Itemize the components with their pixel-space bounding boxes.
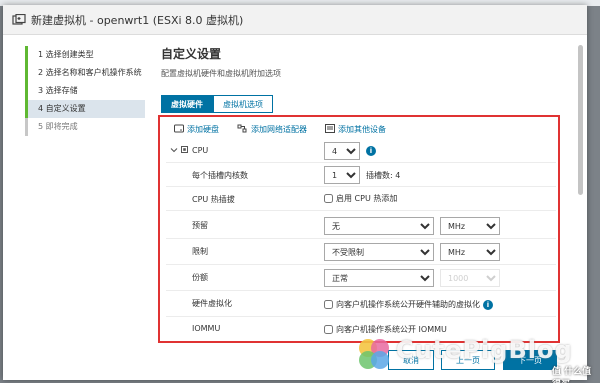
reservation-select[interactable]: 无 — [324, 217, 434, 235]
cpu-icon — [180, 145, 189, 156]
hwvirt-label: 硬件虚拟化 — [192, 299, 232, 308]
shares-select[interactable]: 正常 — [324, 269, 434, 287]
shares-row: 份额 正常 1000 — [166, 265, 556, 291]
new-vm-dialog: 新建虚拟机 - openwrt1 (ESXi 8.0 虚拟机) 1 选择创建类型… — [3, 5, 587, 380]
limit-label: 限制 — [192, 247, 208, 256]
device-icon — [325, 124, 335, 135]
step-name-os[interactable]: 2 选择名称和客户机操作系统 — [25, 64, 145, 82]
hwvirt-checkbox-input[interactable] — [324, 300, 333, 309]
next-button[interactable]: 下一页 — [503, 350, 557, 370]
iommu-checkbox-input[interactable] — [324, 325, 333, 334]
cores-label: 每个插槽内核数 — [192, 171, 248, 180]
iommu-checkbox[interactable]: 向客户机操作系统公开 IOMMU — [324, 324, 447, 335]
shares-number-select[interactable]: 1000 — [440, 269, 500, 287]
hwvirt-info-icon[interactable]: i — [483, 299, 493, 310]
dialog-title: 新建虚拟机 - openwrt1 (ESXi 8.0 虚拟机) — [31, 13, 244, 27]
add-other-button[interactable]: 添加其他设备 — [325, 124, 386, 135]
add-nic-label: 添加网络适配器 — [251, 125, 307, 134]
cpu-label: CPU — [192, 146, 209, 155]
reservation-label: 预留 — [192, 221, 208, 230]
iommu-label: IOMMU — [192, 324, 221, 333]
wizard-steps: 1 选择创建类型 2 选择名称和客户机操作系统 3 选择存储 4 自定义设置 5… — [25, 46, 145, 136]
step-select-type[interactable]: 1 选择创建类型 — [25, 46, 145, 64]
main-panel: 自定义设置 配置虚拟机硬件和虚拟机附加选项 虚拟硬件 虚拟机选项 — [161, 45, 571, 113]
page-subtitle: 配置虚拟机硬件和虚拟机附加选项 — [161, 69, 281, 78]
sockets-text: 插槽数: 4 — [366, 171, 401, 180]
hwvirt-row: 硬件虚拟化 向客户机操作系统公开硬件辅助的虚拟化 i — [166, 291, 556, 317]
cpu-row: CPU 4 i — [166, 139, 556, 163]
iommu-row: IOMMU 向客户机操作系统公开 IOMMU — [166, 317, 556, 341]
tab-vm-options[interactable]: 虚拟机选项 — [213, 95, 273, 113]
cancel-button[interactable]: 取消 — [388, 350, 434, 370]
network-adapter-icon — [237, 124, 248, 135]
shares-label: 份额 — [192, 273, 208, 282]
step-customize[interactable]: 4 自定义设置 — [25, 100, 145, 118]
limit-unit-select[interactable]: MHz — [440, 243, 500, 261]
hotplug-row: CPU 热插拔 启用 CPU 热添加 — [166, 187, 556, 211]
reservation-row: 预留 无 MHz — [166, 213, 556, 239]
cores-select[interactable]: 1 — [324, 166, 360, 184]
hardware-toolbar: 添加硬盘 添加网络适配器 添加其他设备 — [174, 124, 386, 135]
vm-icon — [11, 13, 27, 27]
limit-select[interactable]: 不受限制 — [324, 243, 434, 261]
scrollbar[interactable] — [578, 45, 583, 195]
add-other-label: 添加其他设备 — [338, 125, 386, 134]
step-finish[interactable]: 5 即将完成 — [25, 118, 145, 136]
cpu-count-select[interactable]: 4 — [324, 142, 360, 160]
cores-row: 每个插槽内核数 1 插槽数: 4 — [166, 163, 556, 187]
back-button[interactable]: 上一页 — [441, 350, 495, 370]
hardware-panel: 添加硬盘 添加网络适配器 添加其他设备 CPU 4 i 每个插槽内核数 1 插槽… — [158, 115, 560, 343]
step-storage[interactable]: 3 选择存储 — [25, 82, 145, 100]
add-nic-button[interactable]: 添加网络适配器 — [237, 124, 307, 135]
add-disk-button[interactable]: 添加硬盘 — [174, 124, 219, 135]
hotplug-checkbox-input[interactable] — [324, 194, 333, 203]
add-disk-label: 添加硬盘 — [187, 125, 219, 134]
reservation-unit-select[interactable]: MHz — [440, 217, 500, 235]
hwvirt-checkbox[interactable]: 向客户机操作系统公开硬件辅助的虚拟化 i — [324, 299, 493, 310]
dialog-titlebar: 新建虚拟机 - openwrt1 (ESXi 8.0 虚拟机) — [3, 5, 587, 35]
tab-virtual-hardware[interactable]: 虚拟硬件 — [161, 95, 213, 113]
hwvirt-option-label: 向客户机操作系统公开硬件辅助的虚拟化 — [336, 300, 480, 309]
iommu-option-label: 向客户机操作系统公开 IOMMU — [336, 325, 447, 334]
limit-row: 限制 不受限制 MHz — [166, 239, 556, 265]
hotplug-label: CPU 热插拔 — [192, 195, 235, 204]
hotplug-checkbox[interactable]: 启用 CPU 热添加 — [324, 193, 397, 204]
page-title: 自定义设置 — [161, 47, 222, 61]
chevron-down-icon[interactable] — [170, 146, 178, 156]
hotplug-option-label: 启用 CPU 热添加 — [336, 194, 398, 203]
tab-bar: 虚拟硬件 虚拟机选项 — [161, 95, 273, 113]
info-icon[interactable]: i — [366, 146, 376, 156]
disk-icon — [174, 124, 184, 135]
